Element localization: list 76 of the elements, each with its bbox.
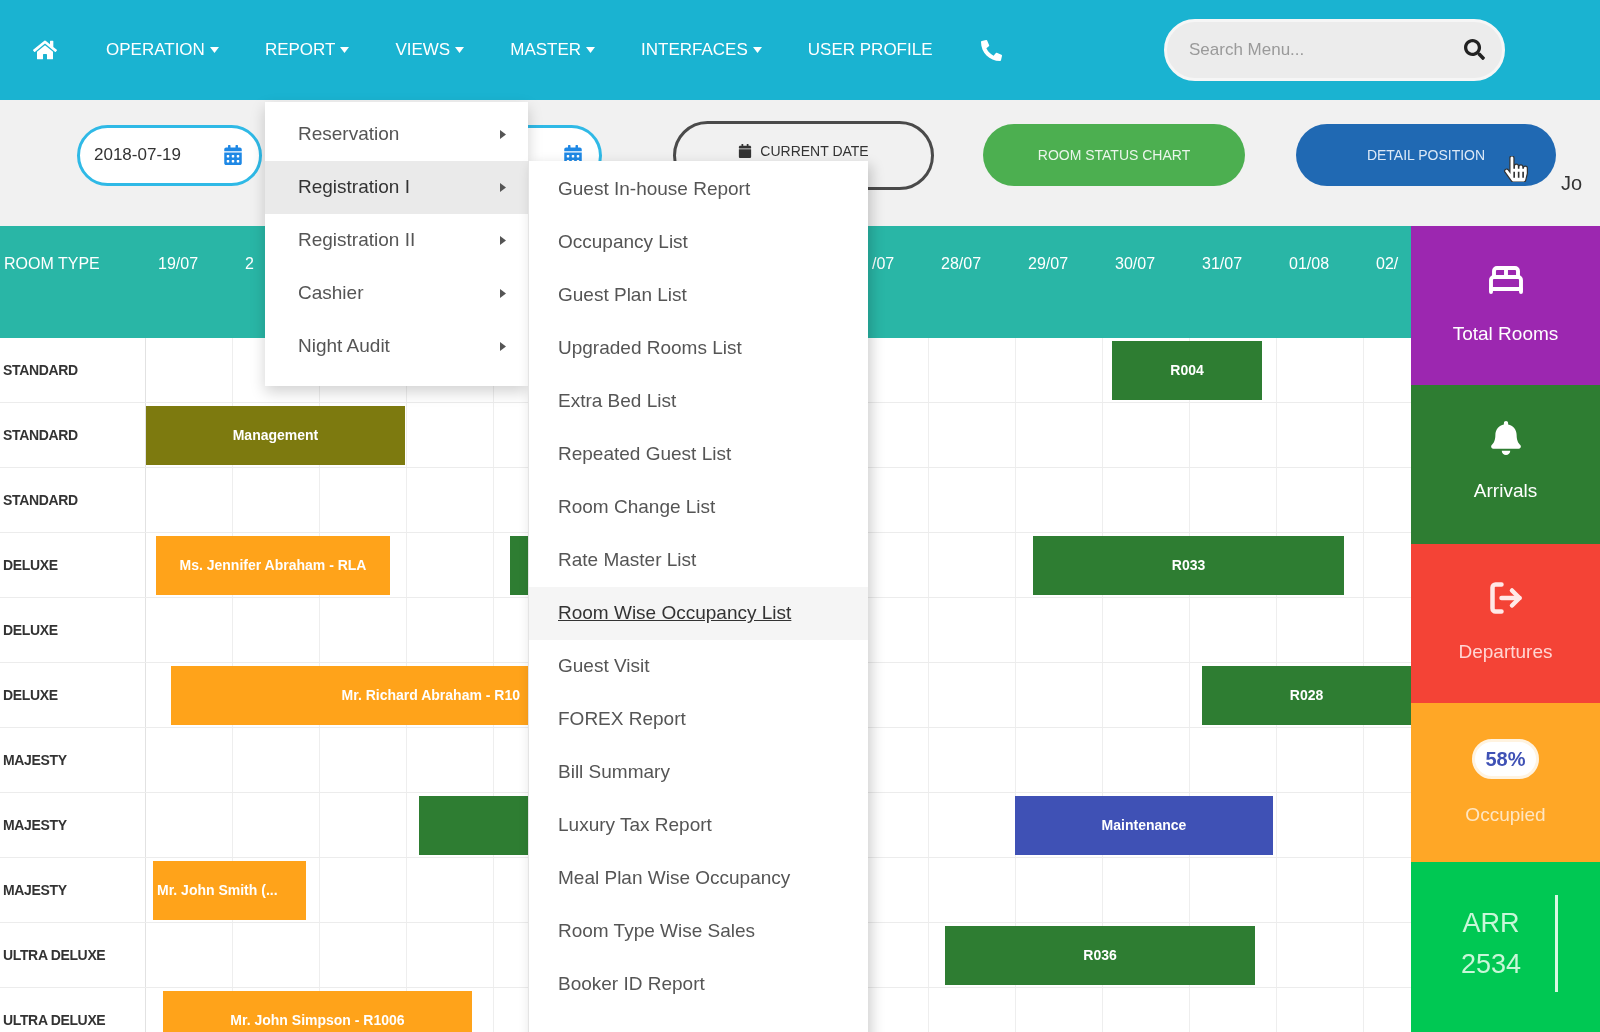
submenu-item[interactable]: Booker ID Report bbox=[529, 958, 868, 1011]
column-header: 28/07 bbox=[941, 255, 982, 272]
submenu-item[interactable]: Bill Summary bbox=[529, 746, 868, 799]
column-header: 01/08 bbox=[1289, 255, 1330, 272]
room-type-label: DELUXE bbox=[3, 620, 58, 640]
caret-right-icon bbox=[500, 183, 506, 192]
room-type-label: ULTRA DELUXE bbox=[3, 945, 106, 965]
room-type-label: DELUXE bbox=[3, 685, 58, 705]
submenu-item[interactable]: FOREX Report bbox=[529, 693, 868, 746]
search-field[interactable]: Search Menu... bbox=[1164, 19, 1505, 81]
caret-down-icon bbox=[455, 47, 465, 53]
submenu-item[interactable]: Guest Plan List bbox=[529, 269, 868, 322]
submenu-item[interactable]: Occupancy List bbox=[529, 216, 868, 269]
room-type-label: MAJESTY bbox=[3, 880, 67, 900]
submenu-item[interactable]: Repeated Guest List bbox=[529, 428, 868, 481]
caret-right-icon bbox=[500, 130, 506, 139]
card-label: Departures bbox=[1458, 640, 1553, 664]
calendar-icon bbox=[223, 145, 243, 165]
room-type-label: STANDARD bbox=[3, 490, 78, 510]
logout-icon bbox=[1487, 580, 1524, 616]
room-type-label: ULTRA DELUXE bbox=[3, 1010, 106, 1030]
booking-bar[interactable]: R033 bbox=[1033, 536, 1344, 595]
bell-icon bbox=[1488, 421, 1523, 455]
date-field[interactable]: 2018-07-19 bbox=[77, 124, 262, 186]
card-label: ARR bbox=[1462, 909, 1520, 937]
room-type-label: STANDARD bbox=[3, 360, 78, 380]
column-header: 29/07 bbox=[1028, 255, 1069, 272]
calendar-icon bbox=[738, 143, 753, 158]
submenu-item[interactable]: Upgraded Rooms List bbox=[529, 322, 868, 375]
room-type-label: STANDARD bbox=[3, 425, 78, 445]
menu-item[interactable]: Cashier bbox=[265, 267, 528, 320]
caret-right-icon bbox=[500, 236, 506, 245]
percentage-badge: 58% bbox=[1472, 739, 1539, 779]
card-label: Occupied bbox=[1465, 803, 1546, 827]
submenu-item[interactable]: Meal Plan Wise Occupancy bbox=[529, 852, 868, 905]
card-label: Total Rooms bbox=[1452, 322, 1559, 346]
submenu-item[interactable]: Luxury Tax Report bbox=[529, 799, 868, 852]
toolbar-button[interactable]: DETAIL POSITION bbox=[1296, 124, 1556, 186]
column-header: ROOM TYPE bbox=[4, 255, 100, 272]
hand-cursor-icon bbox=[1503, 156, 1529, 182]
menu-item[interactable]: Registration II bbox=[265, 214, 528, 267]
submenu-item[interactable]: Room Wise Occupancy List bbox=[529, 587, 868, 640]
room-type-label: DELUXE bbox=[3, 555, 58, 575]
caret-down-icon bbox=[586, 47, 596, 53]
booking-bar[interactable]: R004 bbox=[1112, 341, 1262, 400]
column-header: 30/07 bbox=[1115, 255, 1156, 272]
booking-bar[interactable]: R036 bbox=[945, 926, 1255, 985]
caret-down-icon bbox=[340, 47, 350, 53]
menu-item[interactable]: Night Audit bbox=[265, 320, 528, 373]
user-name-text: Jo bbox=[1561, 171, 1583, 196]
booking-bar[interactable]: Management bbox=[146, 406, 405, 465]
column-header: 31/07 bbox=[1202, 255, 1243, 272]
column-header: 2 bbox=[245, 255, 254, 272]
booking-bar[interactable]: Maintenance bbox=[1015, 796, 1273, 855]
caret-right-icon bbox=[500, 342, 506, 351]
menu-item[interactable]: Registration I bbox=[265, 161, 528, 214]
room-type-label: MAJESTY bbox=[3, 815, 67, 835]
booking-bar[interactable]: R028 bbox=[1202, 666, 1411, 725]
search-icon[interactable] bbox=[1464, 39, 1485, 60]
column-header: /07 bbox=[872, 255, 895, 272]
phone-icon[interactable] bbox=[980, 39, 1002, 61]
card-value: 2534 bbox=[1461, 950, 1522, 978]
submenu-item[interactable]: Rate Master List bbox=[529, 534, 868, 587]
card-label: Arrivals bbox=[1473, 479, 1538, 503]
room-type-label: MAJESTY bbox=[3, 750, 67, 770]
home-icon[interactable] bbox=[33, 38, 57, 62]
column-header: 02/ bbox=[1376, 255, 1399, 272]
column-header: 19/07 bbox=[158, 255, 199, 272]
caret-down-icon bbox=[209, 47, 219, 53]
caret-down-icon bbox=[752, 47, 762, 53]
submenu-item[interactable]: Extra Bed List bbox=[529, 375, 868, 428]
submenu-item[interactable]: Room Change List bbox=[529, 481, 868, 534]
submenu-item[interactable]: Guest Visit bbox=[529, 640, 868, 693]
caret-right-icon bbox=[500, 289, 506, 298]
submenu-item[interactable]: Room Type Wise Sales bbox=[529, 905, 868, 958]
menu-item[interactable]: Reservation bbox=[265, 108, 528, 161]
